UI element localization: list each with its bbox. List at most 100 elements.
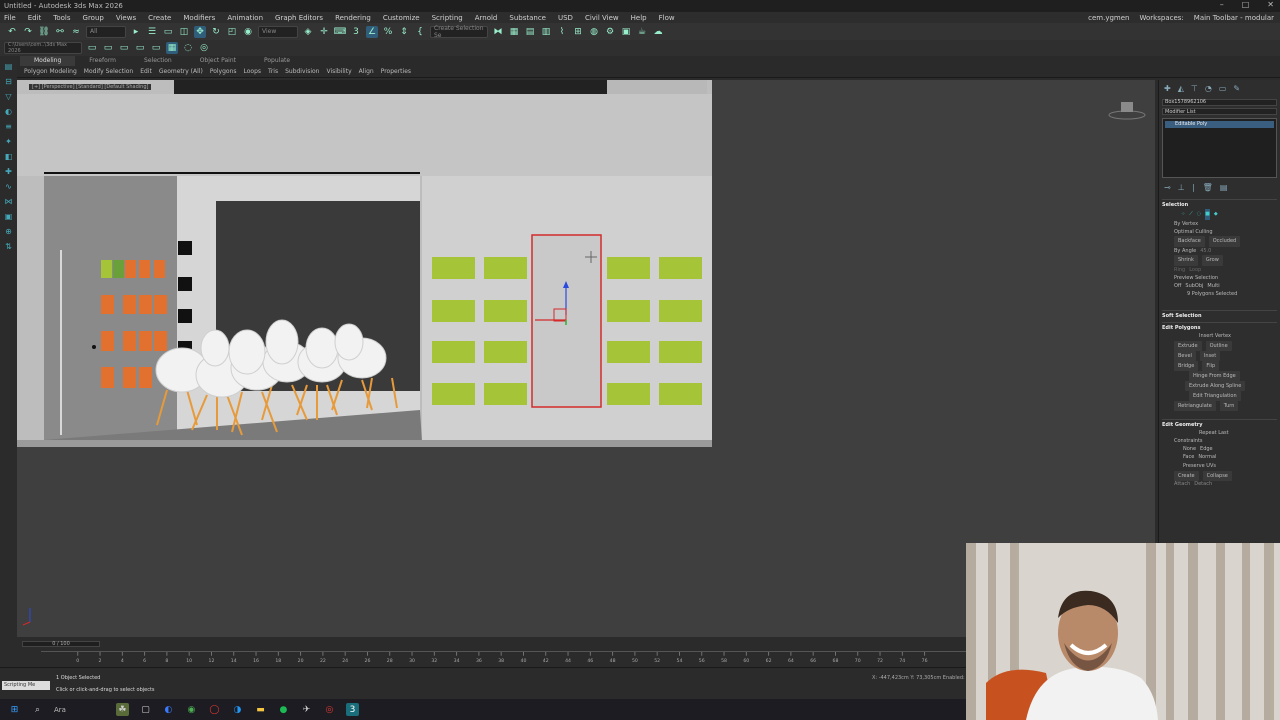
retriangulate-button[interactable]: Retriangulate <box>1174 401 1216 411</box>
set-project-icon[interactable]: ▭ <box>102 42 114 54</box>
by-vertex-checkbox[interactable]: By Vertex <box>1174 220 1198 228</box>
scene-explorer-icon[interactable]: ▤ <box>4 62 14 72</box>
object-name-field[interactable]: Box1578962106 <box>1162 99 1277 106</box>
spotify-icon[interactable]: ● <box>277 703 290 716</box>
create-tab-icon[interactable]: ✚ <box>1164 84 1171 93</box>
render-icon[interactable]: ☕ <box>636 26 648 38</box>
menu-customize[interactable]: Customize <box>383 14 420 22</box>
filter-icon[interactable]: ▽ <box>4 92 14 102</box>
tab-selection[interactable]: Selection <box>130 56 186 66</box>
edit-polygons-rollout-title[interactable]: Edit Polygons <box>1162 322 1277 331</box>
attach-button[interactable]: Attach <box>1174 481 1190 487</box>
ribbon-modify-selection[interactable]: Modify Selection <box>84 66 133 77</box>
layer-explorer-icon[interactable]: ▤ <box>524 26 536 38</box>
grow-button[interactable]: Grow <box>1201 255 1223 266</box>
menu-arnold[interactable]: Arnold <box>475 14 498 22</box>
menu-group[interactable]: Group <box>83 14 104 22</box>
ribbon-polygon-modeling[interactable]: Polygon Modeling <box>24 66 77 77</box>
hierarchy-tab-icon[interactable]: ⊤ <box>1191 84 1198 93</box>
utilities-tab-icon[interactable]: ✎ <box>1233 84 1240 93</box>
workspace-dropdown[interactable]: Main Toolbar - modular <box>1194 14 1274 22</box>
menu-file[interactable]: File <box>4 14 16 22</box>
ribbon-align[interactable]: Align <box>359 66 374 77</box>
configure-sets-icon[interactable]: ▤ <box>1220 183 1228 192</box>
app-icon[interactable]: ✈ <box>300 703 313 716</box>
backface-button[interactable]: Backface <box>1174 236 1205 247</box>
task-view-icon[interactable]: ▢ <box>139 703 152 716</box>
obs-icon[interactable]: ◎ <box>323 703 336 716</box>
user-account[interactable]: cem.ygmen <box>1088 14 1129 22</box>
lights-icon[interactable]: ✦ <box>4 137 14 147</box>
unlink-icon[interactable]: ⚯ <box>54 26 66 38</box>
ribbon-edit[interactable]: Edit <box>140 66 152 77</box>
modify-tab-icon[interactable]: ◭ <box>1178 84 1184 93</box>
mirror-icon[interactable]: ⧓ <box>492 26 504 38</box>
maximize-button[interactable]: □ <box>1242 0 1250 9</box>
inset-button[interactable]: Inset <box>1199 351 1221 361</box>
pivot-center-icon[interactable]: ◈ <box>302 26 314 38</box>
loop-button[interactable]: Loop <box>1189 266 1201 274</box>
undo-icon[interactable]: ↶ <box>6 26 18 38</box>
menu-tools[interactable]: Tools <box>53 14 70 22</box>
menu-help[interactable]: Help <box>631 14 647 22</box>
minimize-button[interactable]: – <box>1220 0 1224 9</box>
extrude-along-spline-button[interactable]: Extrude Along Spline <box>1185 381 1246 391</box>
bridge-button[interactable]: Bridge <box>1174 361 1199 371</box>
detach-button[interactable]: Detach <box>1194 481 1212 487</box>
preview-off-radio[interactable]: Off <box>1174 282 1181 290</box>
spinner-snap-icon[interactable]: ⇕ <box>398 26 410 38</box>
ribbon-subdivision[interactable]: Subdivision <box>285 66 319 77</box>
rect-selection-icon[interactable]: ▭ <box>162 26 174 38</box>
named-selection-dropdown[interactable]: Create Selection Se <box>430 25 488 39</box>
select-object-icon[interactable]: ▸ <box>130 26 142 38</box>
ribbon-geometry[interactable]: Geometry (All) <box>159 66 203 77</box>
select-manipulate-icon[interactable]: ✛ <box>318 26 330 38</box>
modifier-stack[interactable]: Editable Poly <box>1162 118 1277 178</box>
create-button[interactable]: Create <box>1174 471 1199 481</box>
select-by-name-icon[interactable]: ☰ <box>146 26 158 38</box>
menu-substance[interactable]: Substance <box>509 14 546 22</box>
sort-icon[interactable]: ⇅ <box>4 242 14 252</box>
bind-space-warp-icon[interactable]: ≈ <box>70 26 82 38</box>
cameras-icon[interactable]: ◧ <box>4 152 14 162</box>
xrefs-icon[interactable]: ⊕ <box>4 227 14 237</box>
element-mode-icon[interactable]: ◆ <box>1214 209 1218 220</box>
modifier-list-dropdown[interactable]: Modifier List <box>1162 108 1277 115</box>
soft-selection-rollout-title[interactable]: Soft Selection <box>1162 310 1277 319</box>
insert-vertex-button[interactable]: Insert Vertex <box>1199 332 1231 341</box>
edit-geometry-rollout-title[interactable]: Edit Geometry <box>1162 419 1277 428</box>
3dsmax-icon[interactable]: 3 <box>345 703 359 716</box>
search-icon[interactable]: ⌕ <box>31 703 44 716</box>
ribbon-loops[interactable]: Loops <box>244 66 262 77</box>
flip-button[interactable]: Flip <box>1202 361 1220 371</box>
menu-modifiers[interactable]: Modifiers <box>183 14 215 22</box>
align-icon[interactable]: ▦ <box>508 26 520 38</box>
vertex-mode-icon[interactable]: ⁘ <box>1181 209 1185 220</box>
y-coordinate[interactable]: Y: 73,305cm <box>910 675 941 681</box>
ribbon-tris[interactable]: Tris <box>268 66 278 77</box>
file-explorer-icon[interactable]: ▬ <box>254 703 267 716</box>
tab-populate[interactable]: Populate <box>250 56 304 66</box>
display-icon[interactable]: ◐ <box>4 107 14 117</box>
select-rotate-icon[interactable]: ↻ <box>210 26 222 38</box>
scene-explorer-icon[interactable]: ◎ <box>198 42 210 54</box>
ribbon-visibility[interactable]: Visibility <box>326 66 351 77</box>
time-slider[interactable]: 0 / 100 <box>22 641 100 647</box>
collapse-button[interactable]: Collapse <box>1202 471 1232 481</box>
viewcube[interactable] <box>1108 102 1146 120</box>
display-tab-icon[interactable]: ▭ <box>1219 84 1227 93</box>
edge-mode-icon[interactable]: ⟋ <box>1189 209 1193 220</box>
viewport-label[interactable]: [+] [Perspective] [Standard] [Default Sh… <box>29 84 152 90</box>
menu-views[interactable]: Views <box>116 14 136 22</box>
constraint-face-radio[interactable]: Face <box>1183 453 1194 461</box>
preview-subobj-radio[interactable]: SubObj <box>1185 282 1203 290</box>
maxscript-listener[interactable]: Scripting Me <box>2 681 50 690</box>
menu-civil-view[interactable]: Civil View <box>585 14 619 22</box>
tab-freeform[interactable]: Freeform <box>75 56 130 66</box>
edge-icon[interactable]: ◑ <box>231 703 244 716</box>
layers-icon[interactable]: ≡ <box>4 122 14 132</box>
outline-button[interactable]: Outline <box>1205 341 1232 351</box>
show-end-result-icon[interactable]: ⊥ <box>1178 183 1185 192</box>
render-setup-icon[interactable]: ⚙ <box>604 26 616 38</box>
preview-multi-radio[interactable]: Multi <box>1207 282 1219 290</box>
